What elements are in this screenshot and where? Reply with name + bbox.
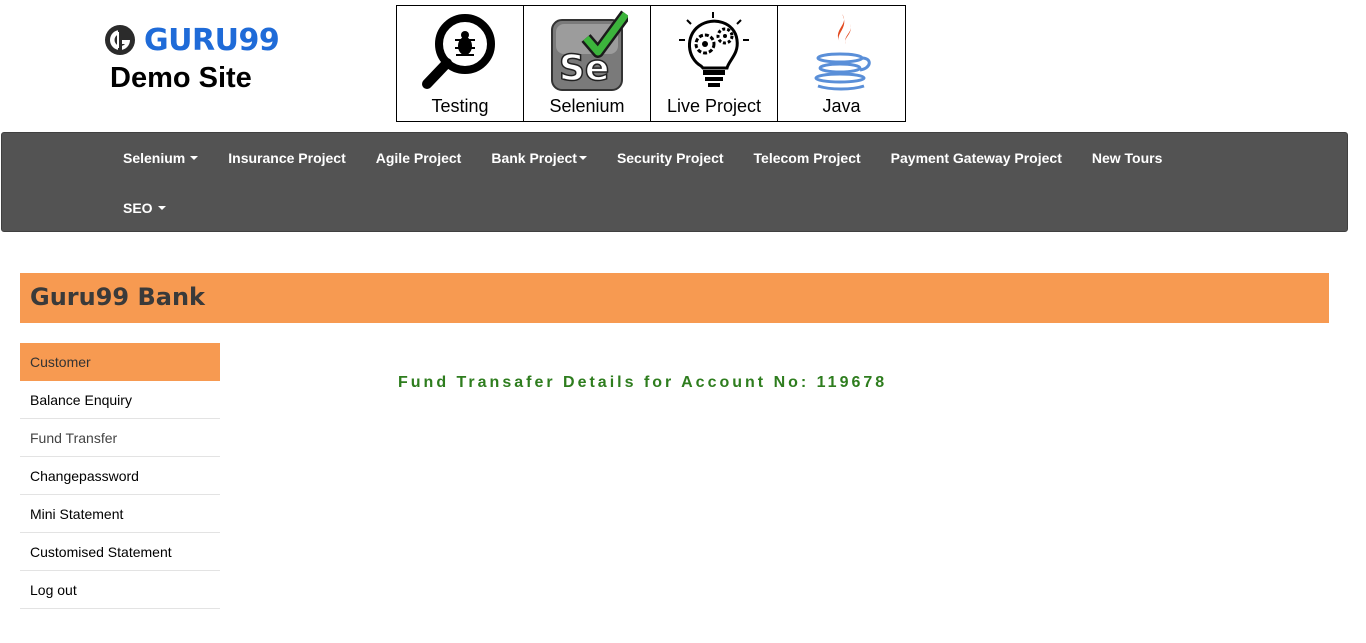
nav-item-label: New Tours [1091,150,1163,166]
magnifier-bug-icon [422,14,495,89]
guru99-logo-icon [105,25,135,55]
tile-label: Live Project [666,96,762,116]
nav-item-seo[interactable]: SEO [108,200,181,216]
tile-live-project[interactable]: Live Project [651,6,778,121]
nav-item-bank-project[interactable]: Bank Project [476,150,602,166]
nav-item-new-tours[interactable]: New Tours [1077,150,1178,166]
selenium-check-icon: Se [551,10,628,91]
menu-item-customised-statement[interactable]: Customised Statement [20,533,220,571]
nav-item-label: Security Project [616,150,724,166]
bank-title: Guru99 Bank [30,283,205,311]
tile-label: Java [822,96,861,116]
nav-item-selenium[interactable]: Selenium [108,150,213,166]
course-tiles: Testing Se Selenium Live Project Java [396,5,906,122]
logo-text: GURU99 [144,22,280,58]
tile-label: Selenium [549,96,625,116]
site-logo[interactable]: GURU99 Demo Site [104,22,304,95]
nav-item-agile-project[interactable]: Agile Project [361,150,477,166]
caret-down-icon [578,156,587,160]
tile-java[interactable]: Java [778,6,905,121]
menu-item-fund-transfer[interactable]: Fund Transfer [20,419,220,457]
nav-item-label: Agile Project [375,150,462,166]
bank-header: Guru99 Bank [20,273,1329,323]
menu-item-log-out[interactable]: Log out [20,571,220,609]
tile-selenium[interactable]: Se Selenium [524,6,651,121]
lightbulb-gears-icon [679,12,749,87]
java-cup-icon [814,14,871,91]
nav-item-label: Selenium [123,150,186,166]
page-title: Fund Transafer Details for Account No: 1… [398,374,888,391]
nav-item-label: Telecom Project [753,150,861,166]
nav-item-label: Insurance Project [228,150,346,166]
nav-item-payment-gateway-project[interactable]: Payment Gateway Project [876,150,1077,166]
nav-item-label: SEO [123,200,153,216]
nav-item-security-project[interactable]: Security Project [602,150,739,166]
menu-item-changepassword[interactable]: Changepassword [20,457,220,495]
nav-item-telecom-project[interactable]: Telecom Project [739,150,876,166]
caret-down-icon [190,156,199,160]
nav-row: Selenium Insurance Project Agile Project… [108,133,1177,183]
tile-testing[interactable]: Testing [397,6,524,121]
menu-item-balance-enquiry[interactable]: Balance Enquiry [20,381,220,419]
nav-item-label: Bank Project [491,150,577,166]
nav-row: SEO [108,183,181,233]
side-menu: Customer Balance Enquiry Fund Transfer C… [20,343,220,609]
site-subtitle: Demo Site [110,62,252,94]
nav-item-insurance-project[interactable]: Insurance Project [213,150,361,166]
menu-item-mini-statement[interactable]: Mini Statement [20,495,220,533]
nav-item-label: Payment Gateway Project [890,150,1062,166]
tile-label: Testing [431,96,489,116]
main-navbar: Selenium Insurance Project Agile Project… [1,132,1348,232]
menu-item-customer[interactable]: Customer [20,343,220,381]
caret-down-icon [157,206,166,210]
